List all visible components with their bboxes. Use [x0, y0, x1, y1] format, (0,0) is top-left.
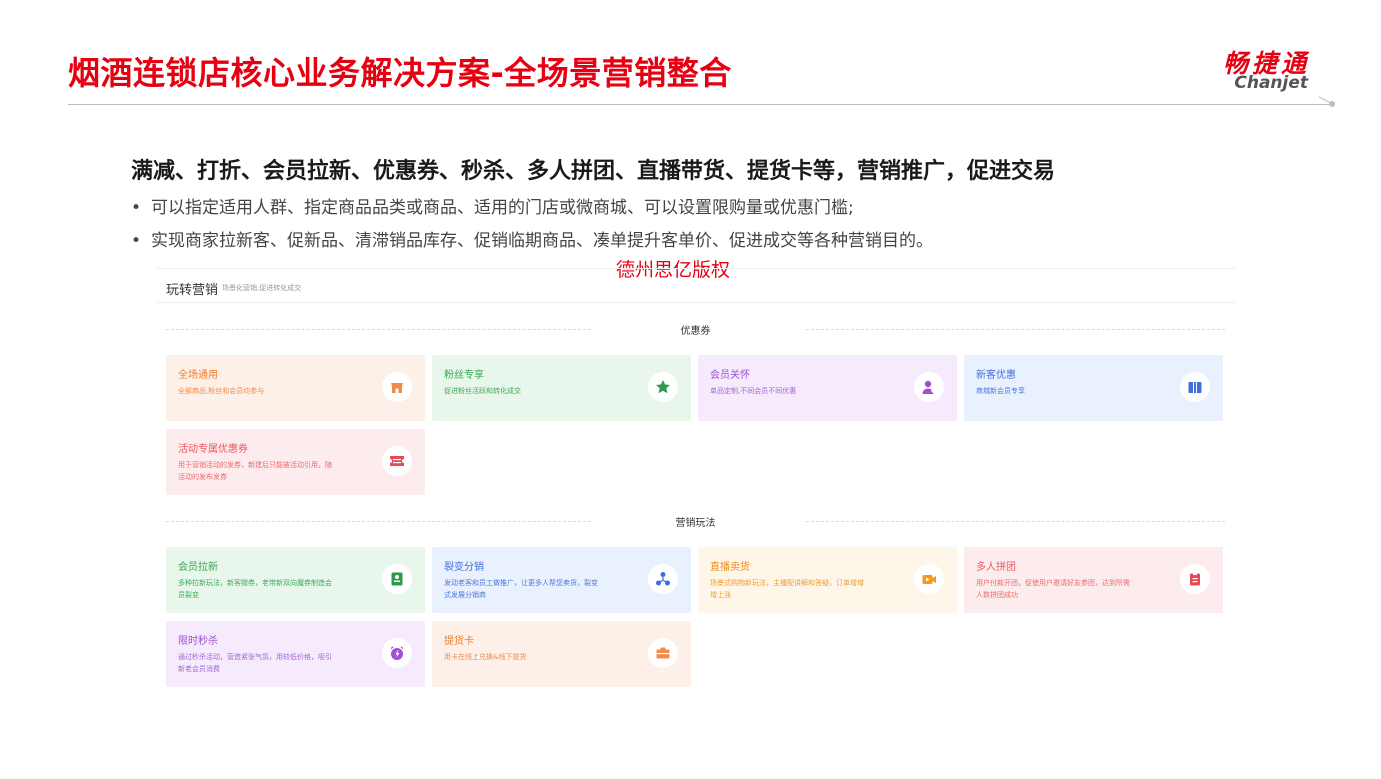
card-title: 全场通用 [178, 370, 218, 381]
section-dash-right [806, 329, 1225, 330]
coupon-card[interactable]: 活动专属优惠券 用于营销活动的发券，新建后只能被活动引用，随活动的发布发券 [166, 429, 425, 495]
intro-headline: 满减、打折、会员拉新、优惠券、秒杀、多人拼团、直播带货、提货卡等，营销推广，促进… [131, 159, 1056, 184]
card-description: 全部商品,粉丝和会员均参与 [178, 387, 265, 395]
panel-title: 玩转营销 [166, 283, 219, 298]
marketing-card[interactable]: 裂变分销 发动老客和员工做推广，让更多人帮您卖货，裂变式发展分销商 [432, 547, 691, 613]
slide: 烟酒连锁店核心业务解决方案-全场景营销整合 畅捷通 Chanjet 满减、打折、… [0, 0, 1381, 779]
title-divider [68, 104, 1330, 105]
section-dash-right [806, 521, 1225, 522]
card-title: 会员拉新 [178, 562, 218, 573]
section-header-marketing-play: 营销玩法 [166, 514, 1225, 529]
member-card-icon [382, 564, 412, 594]
card-icon [648, 638, 678, 668]
coupon-card[interactable]: 会员关怀 单品定制,不同会员不同优惠 [698, 355, 957, 421]
marketing-card[interactable]: 多人拼团 用户付款开团，促使用户邀请好友参团，达到所需人数拼团成功 [964, 547, 1223, 613]
intro-bullet: • 可以指定适用人群、指定商品品类或商品、适用的门店或微商城、可以设置限购量或优惠… [131, 193, 854, 218]
card-description: 发动老客和员工做推广，让更多人帮您卖货，裂变式发展分销商 [444, 579, 598, 599]
bullet-dot: • [131, 231, 142, 251]
logo-en-text: Chanjet [1234, 73, 1308, 93]
card-description: 单品定制,不同会员不同优惠 [710, 387, 797, 395]
divider-tick [1318, 96, 1330, 103]
card-title: 多人拼团 [976, 562, 1016, 573]
panel-subtitle: 场景化营销,促进转化成交 [222, 284, 302, 292]
marketing-card[interactable]: 直播卖货 场景式购物新玩法，主播配讲解和答疑，订单增增增上涨 [698, 547, 957, 613]
shop-icon [382, 372, 412, 402]
group-icon [1180, 564, 1210, 594]
card-description: 用于营销活动的发券，新建后只能被活动引用，随活动的发布发券 [178, 461, 332, 481]
card-description: 用户付款开团，促使用户邀请好友参团，达到所需人数拼团成功 [976, 579, 1130, 599]
star-icon [648, 372, 678, 402]
page-title: 烟酒连锁店核心业务解决方案-全场景营销整合 [68, 54, 732, 92]
card-description: 促进粉丝活跃和转化成交 [444, 387, 521, 395]
card-description: 场景式购物新玩法，主播配讲解和答疑，订单增增增上涨 [710, 579, 864, 599]
card-description: 多种拉新玩法，新客赠券，老带新双向魔券制造会员裂变 [178, 579, 332, 599]
card-title: 活动专属优惠券 [178, 444, 248, 455]
bullet-text: 可以指定适用人群、指定商品品类或商品、适用的门店或微商城、可以设置限购量或优惠门… [151, 198, 854, 218]
clock-icon [382, 638, 412, 668]
card-description: 通过秒杀活动，营造紧张气氛，用较低价格，吸引新老会员消费 [178, 653, 332, 673]
card-title: 会员关怀 [710, 370, 750, 381]
coupon-card[interactable]: 全场通用 全部商品,粉丝和会员均参与 [166, 355, 425, 421]
gift-icon [1180, 372, 1210, 402]
card-description: 商城新会员专享 [976, 387, 1025, 395]
coupon-card[interactable]: 新客优惠 商城新会员专享 [964, 355, 1223, 421]
card-title: 直播卖货 [710, 562, 750, 573]
card-title: 新客优惠 [976, 370, 1016, 381]
member-icon [914, 372, 944, 402]
marketing-card[interactable]: 提货卡 用卡在线上兑换&线下提货 [432, 621, 691, 687]
ticket-icon [382, 446, 412, 476]
panel-top-border [156, 268, 1235, 269]
network-icon [648, 564, 678, 594]
divider-dot [1329, 101, 1335, 107]
card-title: 粉丝专享 [444, 370, 484, 381]
section-header-coupons: 优惠券 [166, 322, 1225, 337]
card-description: 用卡在线上兑换&线下提货 [444, 653, 527, 661]
marketing-panel-screenshot: 玩转营销 场景化营销,促进转化成交 优惠券 营销玩法 全场通用 全部商品,粉丝和… [156, 268, 1235, 708]
coupon-card[interactable]: 粉丝专享 促进粉丝活跃和转化成交 [432, 355, 691, 421]
bullet-dot: • [131, 198, 142, 218]
card-title: 限时秒杀 [178, 636, 218, 647]
panel-header-divider [156, 302, 1235, 303]
marketing-card[interactable]: 限时秒杀 通过秒杀活动，营造紧张气氛，用较低价格，吸引新老会员消费 [166, 621, 425, 687]
chanjet-logo: 畅捷通 Chanjet [1180, 44, 1320, 94]
marketing-card[interactable]: 会员拉新 多种拉新玩法，新客赠券，老带新双向魔券制造会员裂变 [166, 547, 425, 613]
card-title: 提货卡 [444, 636, 474, 647]
bullet-text: 实现商家拉新客、促新品、清滞销品库存、促销临期商品、凑单提升客单价、促进成交等各… [151, 231, 933, 251]
card-title: 裂变分销 [444, 562, 484, 573]
live-icon [914, 564, 944, 594]
intro-bullet: • 实现商家拉新客、促新品、清滞销品库存、促销临期商品、凑单提升客单价、促进成交等… [131, 226, 933, 251]
